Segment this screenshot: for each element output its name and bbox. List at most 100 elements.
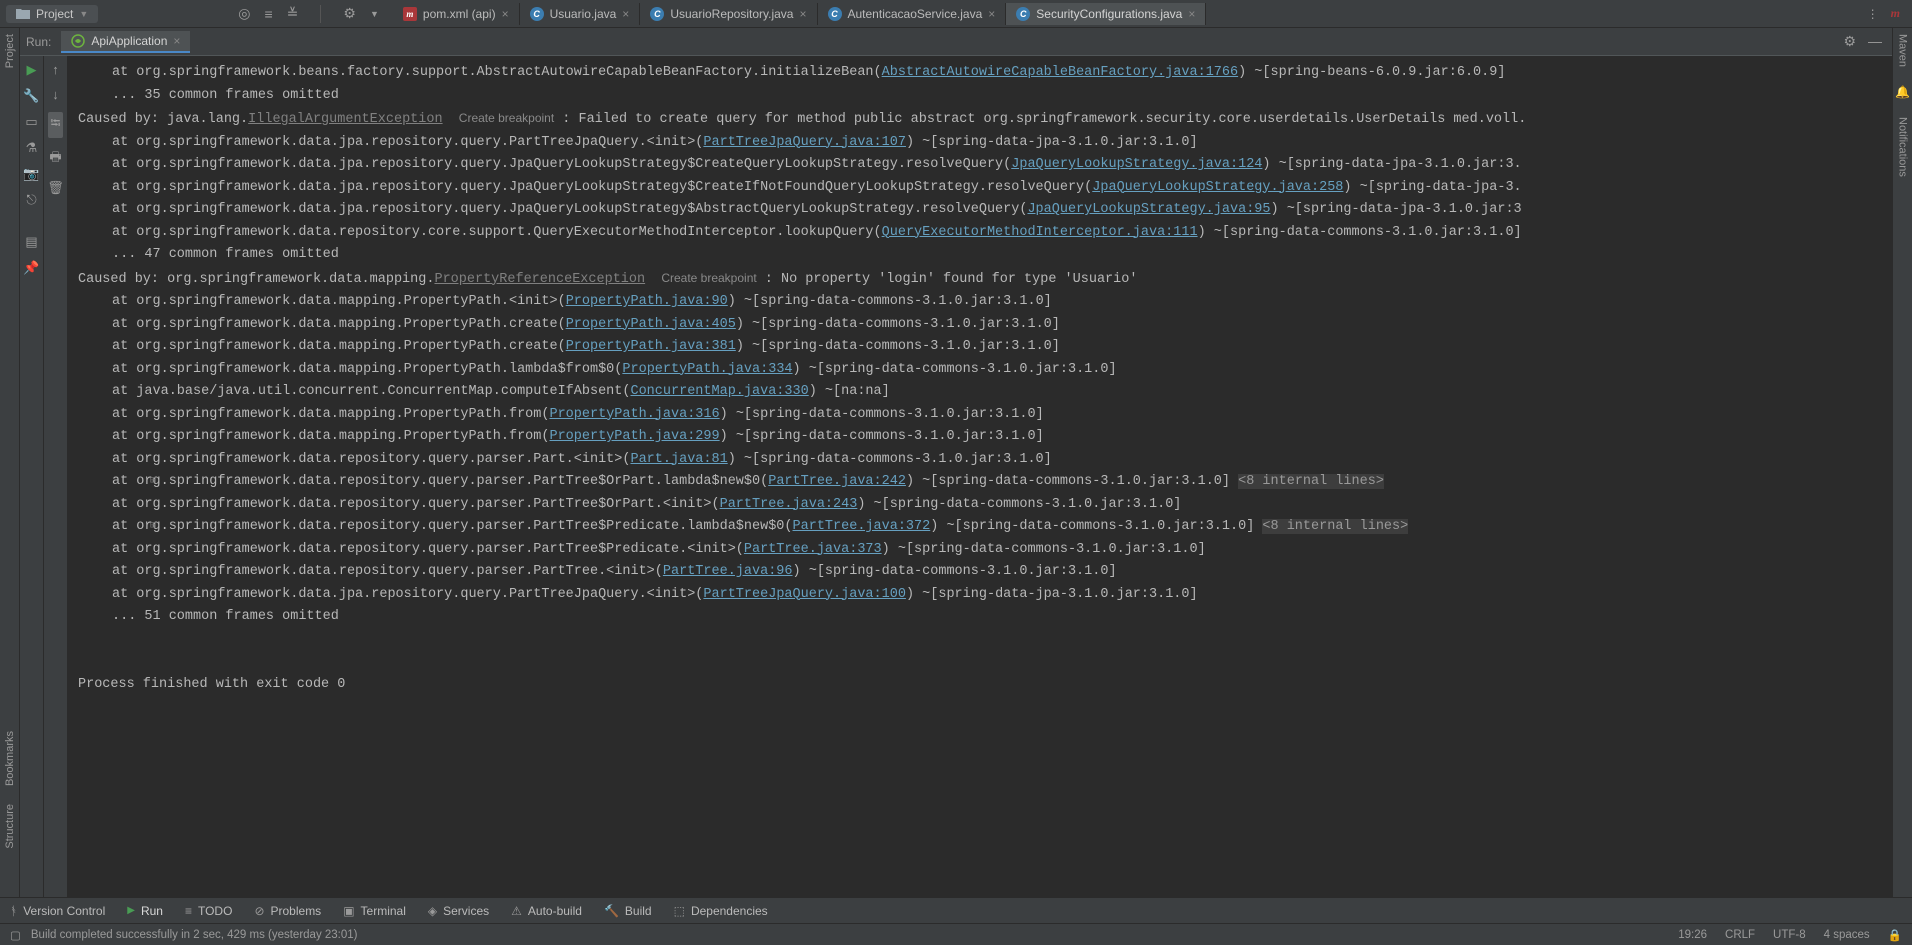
tool-notifications[interactable]: Notifications — [1897, 117, 1909, 177]
print-icon[interactable]: 🖶 — [49, 148, 61, 170]
bottom-tool-auto-build[interactable]: ⚠Auto-build — [511, 904, 582, 918]
close-icon[interactable]: × — [988, 7, 995, 21]
editor-tab[interactable]: mpom.xml (api)× — [393, 3, 520, 25]
gear-icon[interactable]: ⚙ — [1843, 33, 1856, 50]
camera-icon[interactable]: 📷 — [23, 166, 39, 182]
source-link[interactable]: AbstractAutowireCapableBeanFactory.java:… — [882, 65, 1238, 80]
source-link[interactable]: PartTreeJpaQuery.java:107 — [703, 135, 906, 150]
console-line: at org.springframework.data.jpa.reposito… — [78, 132, 1892, 155]
source-link[interactable]: PartTree.java:242 — [768, 474, 906, 489]
console-line: at org.springframework.data.mapping.Prop… — [78, 359, 1892, 382]
source-link[interactable]: PropertyPath.java:316 — [549, 407, 719, 422]
tab-label: UsuarioRepository.java — [670, 7, 793, 21]
create-breakpoint[interactable]: Create breakpoint — [661, 271, 756, 285]
fold-icon[interactable]: ⊞ — [150, 471, 156, 494]
layout-icon[interactable]: ▭ — [25, 114, 37, 130]
down-icon[interactable]: ↓ — [52, 87, 59, 102]
run-config-tab[interactable]: ApiApplication × — [61, 31, 190, 53]
editor-tab[interactable]: CUsuario.java× — [520, 3, 641, 25]
tool-bookmarks[interactable]: Bookmarks — [4, 731, 16, 786]
right-toolwindow-bar: Maven 🔔 Notifications — [1892, 28, 1912, 897]
bottom-tool-dependencies[interactable]: ⬚Dependencies — [674, 904, 768, 918]
close-icon[interactable]: × — [173, 34, 180, 48]
close-icon[interactable]: × — [622, 7, 629, 21]
status-time[interactable]: 19:26 — [1678, 929, 1707, 941]
bottom-tool-version-control[interactable]: ᚬVersion Control — [10, 904, 105, 918]
lock-icon[interactable]: 🔒 — [1888, 928, 1902, 942]
close-icon[interactable]: × — [502, 7, 509, 21]
source-link[interactable]: PropertyPath.java:334 — [622, 362, 792, 377]
minimize-icon[interactable]: — — [1868, 33, 1882, 50]
chevron-down-icon: ▼ — [79, 9, 88, 19]
source-link[interactable]: PartTree.java:243 — [720, 497, 858, 512]
bell-icon[interactable]: 🔔 — [1895, 85, 1910, 99]
source-link[interactable]: Part.java:81 — [630, 452, 727, 467]
source-link[interactable]: PropertyPath.java:381 — [566, 339, 736, 354]
folded-lines[interactable]: <8 internal lines> — [1262, 519, 1408, 534]
source-link[interactable]: ConcurrentMap.java:330 — [630, 384, 808, 399]
editor-tab[interactable]: CSecurityConfigurations.java× — [1006, 3, 1206, 25]
console-line: at org.springframework.data.jpa.reposito… — [78, 584, 1892, 607]
create-breakpoint[interactable]: Create breakpoint — [459, 111, 554, 125]
tool-maven[interactable]: Maven — [1897, 34, 1909, 67]
warn-icon: ⊘ — [254, 904, 264, 918]
collapse-icon[interactable]: ≚ — [287, 5, 299, 22]
dep-icon: ⬚ — [674, 904, 685, 918]
serv-icon: ◈ — [428, 904, 437, 918]
fold-icon[interactable]: ⊞ — [150, 516, 156, 539]
tool-structure[interactable]: Structure — [4, 804, 16, 849]
tab-label: pom.xml (api) — [423, 7, 496, 21]
close-icon[interactable]: × — [1188, 7, 1195, 21]
filter-icon[interactable]: ▤ — [25, 234, 37, 250]
folded-lines[interactable]: <8 internal lines> — [1238, 474, 1384, 489]
source-link[interactable]: QueryExecutorMethodInterceptor.java:111 — [882, 225, 1198, 240]
play-icon: ▶ — [127, 905, 135, 916]
source-link[interactable]: PartTree.java:96 — [663, 564, 793, 579]
exception-link[interactable]: PropertyReferenceException — [434, 272, 645, 287]
status-sq-icon[interactable]: ▢ — [10, 928, 21, 942]
source-link[interactable]: PartTree.java:372 — [793, 519, 931, 534]
source-link[interactable]: PartTree.java:373 — [744, 542, 882, 557]
more-icon[interactable]: ⋮ — [1867, 7, 1879, 21]
bottom-tool-label: TODO — [198, 904, 232, 918]
tool-project[interactable]: Project — [4, 34, 16, 68]
rerun-icon[interactable]: ▶ — [27, 62, 37, 78]
source-link[interactable]: PartTreeJpaQuery.java:100 — [703, 587, 906, 602]
source-link[interactable]: JpaQueryLookupStrategy.java:258 — [1092, 180, 1343, 195]
exit-icon[interactable]: ⎋ — [26, 192, 36, 208]
source-link[interactable]: PropertyPath.java:299 — [549, 429, 719, 444]
gear-icon[interactable]: ⚙ — [343, 5, 356, 22]
wrench-icon[interactable]: 🔧 — [23, 88, 39, 104]
expand-icon[interactable]: ≡ — [265, 6, 273, 22]
status-encoding[interactable]: UTF-8 — [1773, 929, 1806, 941]
bottom-tool-services[interactable]: ◈Services — [428, 904, 489, 918]
bottom-tool-problems[interactable]: ⊘Problems — [254, 904, 321, 918]
bottom-tool-label: Build — [625, 904, 652, 918]
trash-icon[interactable]: 🗑 — [47, 180, 64, 196]
source-link[interactable]: PropertyPath.java:90 — [566, 294, 728, 309]
exception-link[interactable]: IllegalArgumentException — [248, 112, 442, 127]
wrap-icon[interactable]: ⭾ — [48, 112, 64, 138]
source-link[interactable]: JpaQueryLookupStrategy.java:95 — [1027, 202, 1270, 217]
chevron-down-icon[interactable]: ▼ — [370, 9, 379, 19]
bottom-tool-todo[interactable]: ≡TODO — [185, 904, 232, 918]
maven-m-icon[interactable]: m — [1891, 6, 1900, 21]
source-link[interactable]: JpaQueryLookupStrategy.java:124 — [1011, 157, 1262, 172]
bottom-tool-terminal[interactable]: ▣Terminal — [343, 904, 406, 918]
pin-icon[interactable]: 📌 — [23, 260, 39, 276]
editor-tab[interactable]: CAutenticacaoService.java× — [818, 3, 1007, 25]
console-output[interactable]: at org.springframework.beans.factory.sup… — [68, 56, 1892, 897]
project-selector[interactable]: Project ▼ — [6, 5, 98, 23]
bottom-tool-build[interactable]: 🔨 Build — [604, 904, 652, 918]
status-indent[interactable]: 4 spaces — [1824, 929, 1870, 941]
editor-tab[interactable]: CUsuarioRepository.java× — [640, 3, 817, 25]
console-line: ... 47 common frames omitted — [78, 244, 1892, 267]
up-icon[interactable]: ↑ — [52, 62, 59, 77]
bottom-tool-run[interactable]: ▶Run — [127, 904, 163, 918]
status-line-ending[interactable]: CRLF — [1725, 929, 1755, 941]
close-icon[interactable]: × — [799, 7, 806, 21]
target-icon[interactable]: ◎ — [238, 5, 250, 22]
hammer-icon: 🔨 — [604, 904, 619, 918]
source-link[interactable]: PropertyPath.java:405 — [566, 317, 736, 332]
beaker-icon[interactable]: ⚗ — [26, 140, 38, 156]
